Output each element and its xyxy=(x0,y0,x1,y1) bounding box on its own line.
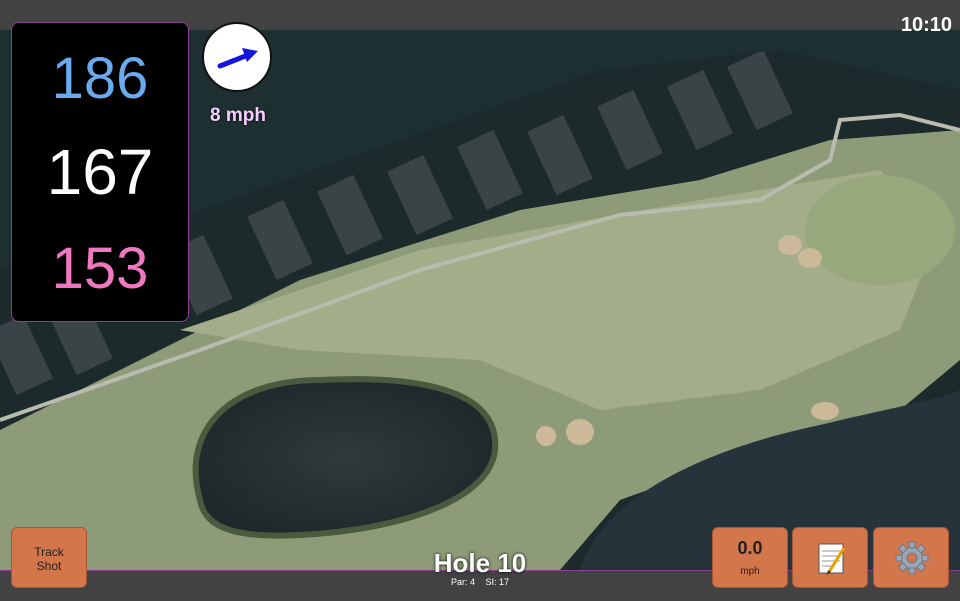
clock-time: 10:10 xyxy=(900,14,952,36)
settings-button[interactable] xyxy=(873,527,949,588)
middle-yardage: 167 xyxy=(46,136,154,208)
hole-title: Hole 10 xyxy=(433,548,527,578)
shot-speed-unit: mph xyxy=(740,566,760,577)
hole-par: Par: 4 xyxy=(450,577,475,587)
wind-direction-indicator xyxy=(202,22,272,92)
wind-speed: 8 mph xyxy=(210,105,266,126)
gear-icon xyxy=(895,541,929,575)
shot-speed-button[interactable]: 0.0 mph xyxy=(712,527,788,588)
notepad-icon xyxy=(818,543,846,575)
notes-button[interactable] xyxy=(792,527,868,588)
hole-info: Par: 4 SI: 17 xyxy=(380,577,580,587)
track-shot-button[interactable]: Track Shot xyxy=(11,527,87,588)
wind-direction-arrow-icon xyxy=(217,48,258,69)
yardage-panel: 186 167 153 xyxy=(11,22,189,322)
back-yardage: 186 xyxy=(51,46,149,111)
hole-stroke-index: SI: 17 xyxy=(485,577,510,587)
track-shot-label-line1: Track xyxy=(34,545,64,559)
track-shot-label-line2: Shot xyxy=(36,559,62,573)
shot-speed-value: 0.0 xyxy=(737,538,763,558)
front-yardage: 153 xyxy=(51,236,149,301)
